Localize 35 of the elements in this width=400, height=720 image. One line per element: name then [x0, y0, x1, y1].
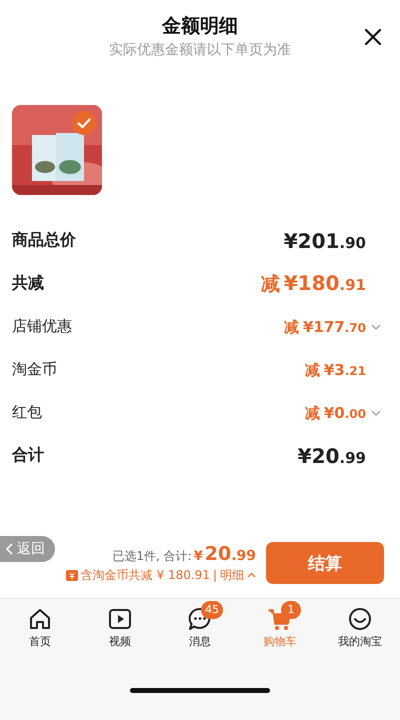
total-amount: ¥20.99 — [192, 542, 256, 564]
row-label: 共减 — [12, 273, 44, 294]
amount-value: ¥0.00 — [324, 402, 366, 422]
chevron-left-icon — [6, 543, 14, 555]
row-label: 红包 — [12, 403, 42, 422]
selected-count-label: 已选1件, 合计: — [112, 548, 192, 564]
minus-label: 减 — [304, 360, 320, 380]
home-icon — [27, 606, 53, 632]
smiley-icon — [347, 606, 373, 632]
row-label: 商品总价 — [12, 230, 76, 251]
row-label: 合计 — [12, 445, 44, 466]
tab-item[interactable]: 首页 — [0, 599, 80, 661]
row-label: 淘金币 — [12, 360, 57, 379]
count-badge: 45 — [201, 601, 223, 619]
amount-value: ¥3.21 — [324, 360, 366, 378]
sheet-subtitle: 实际优惠金额请以下单页为准 — [109, 41, 291, 59]
caret-up-icon — [247, 572, 256, 578]
row-label: 店铺优惠 — [12, 317, 72, 336]
amount-value: ¥201.90 — [284, 228, 366, 252]
coupon-icon — [66, 570, 78, 580]
minus-label: 减 — [284, 318, 299, 336]
tab-item[interactable]: 视频 — [80, 599, 160, 661]
play-icon — [107, 606, 133, 632]
amount-value: ¥20.99 — [298, 444, 366, 468]
amount-value: ¥180.91 — [284, 270, 366, 294]
sheet-title: 金额明细 — [162, 14, 238, 38]
tab-item[interactable]: 45 消息 — [160, 599, 240, 661]
minus-label: 减 — [304, 404, 320, 422]
separator: | — [212, 568, 217, 582]
close-icon[interactable] — [364, 28, 382, 46]
minus-label: 减 — [260, 272, 280, 296]
savings-label: 含淘金币共减 ¥ 180.91 — [80, 566, 210, 584]
count-badge: 1 — [281, 601, 301, 619]
amount-value: ¥177.70 — [302, 316, 366, 336]
tab-item[interactable]: 我的淘宝 — [320, 599, 400, 661]
